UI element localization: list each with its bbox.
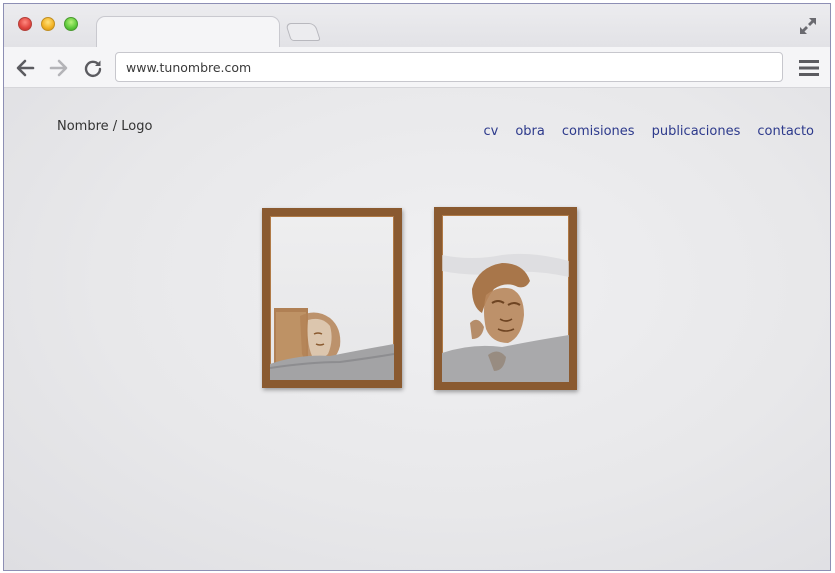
hamburger-menu-icon[interactable] — [799, 60, 819, 76]
nav-link-cv[interactable]: cv — [483, 124, 498, 139]
minimize-window-icon[interactable] — [41, 17, 55, 31]
tab-bar — [4, 4, 830, 50]
artwork-frame-right — [434, 207, 577, 390]
forward-arrow-icon[interactable] — [49, 58, 69, 78]
artwork-portrait-right — [442, 253, 569, 382]
nav-link-obra[interactable]: obra — [515, 124, 545, 139]
site-nav: cv obra comisiones publicaciones contact… — [483, 124, 814, 139]
fullscreen-icon[interactable] — [798, 16, 818, 36]
url-text: www.tunombre.com — [126, 60, 252, 75]
nav-link-comisiones[interactable]: comisiones — [562, 124, 635, 139]
artwork-portrait-left — [270, 308, 394, 380]
zoom-window-icon[interactable] — [64, 17, 78, 31]
back-arrow-icon[interactable] — [15, 58, 35, 78]
browser-toolbar: www.tunombre.com — [4, 47, 830, 88]
reload-icon[interactable] — [83, 58, 103, 78]
active-tab[interactable] — [96, 16, 280, 50]
artwork-frame-left — [262, 208, 402, 388]
page-viewport: Nombre / Logo cv obra comisiones publica… — [4, 88, 830, 570]
browser-window: www.tunombre.com Nombre / Logo cv obra c… — [3, 3, 831, 571]
address-bar[interactable]: www.tunombre.com — [115, 52, 783, 82]
close-window-icon[interactable] — [18, 17, 32, 31]
site-logo[interactable]: Nombre / Logo — [57, 119, 152, 134]
nav-link-contacto[interactable]: contacto — [757, 124, 814, 139]
nav-link-publicaciones[interactable]: publicaciones — [652, 124, 741, 139]
new-tab-button[interactable] — [285, 23, 321, 41]
